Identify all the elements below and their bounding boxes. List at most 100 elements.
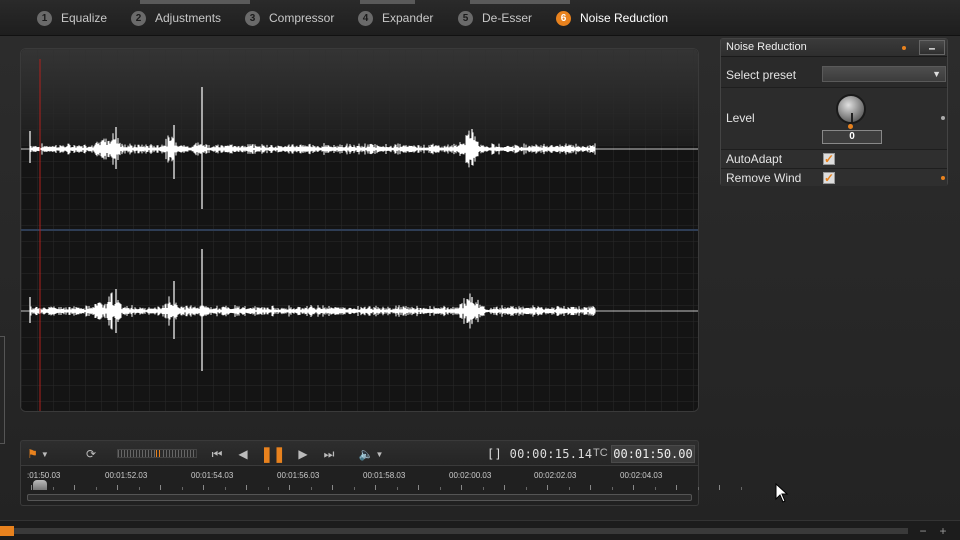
timeline-tick	[353, 487, 355, 490]
remove-wind-keyframe-dot	[941, 176, 945, 180]
timeline-tick	[504, 485, 505, 490]
checkmark-icon: ✓	[824, 152, 835, 166]
tab-compressor[interactable]: 3 Compressor	[245, 8, 334, 28]
tab-label: Equalize	[61, 11, 108, 25]
tab-expander[interactable]: 4 Expander	[358, 8, 433, 28]
timeline-tick	[439, 487, 441, 490]
autoadapt-checkbox[interactable]: ✓	[823, 153, 835, 165]
timecode-field[interactable]: 00:01:50.00	[611, 445, 695, 463]
skip-start-icon: ⏮	[211, 446, 223, 461]
tab-number: 1	[37, 10, 52, 26]
volume-icon: 🔈	[358, 447, 374, 461]
timeline-label: 00:01:52.03	[105, 471, 148, 480]
timeline-playhead[interactable]	[33, 480, 47, 490]
timeline-tick	[697, 487, 699, 490]
collapse-panel-button[interactable]: –	[919, 40, 945, 55]
marker-icon: ⚑	[27, 447, 38, 461]
mouse-cursor-icon	[775, 483, 789, 503]
noise-reduction-panel: Noise Reduction – Select preset ▼ Level …	[720, 38, 948, 186]
go-to-end-button[interactable]: ⏭	[321, 445, 337, 463]
remove-wind-checkbox[interactable]: ✓	[823, 172, 835, 184]
tab-label: De-Esser	[482, 11, 533, 25]
tab-adjustments[interactable]: 2 Adjustments	[131, 8, 221, 28]
level-value-field[interactable]: 0	[822, 130, 882, 144]
loop-button[interactable]: ⟳	[79, 445, 103, 463]
marker-button[interactable]: ⚑ ▼	[25, 445, 51, 463]
pause-icon: ❚❚	[260, 446, 286, 463]
level-row: Level 0	[721, 87, 947, 149]
go-to-start-button[interactable]: ⏮	[209, 445, 225, 463]
left-panel-edge	[0, 336, 5, 444]
preset-dropdown[interactable]: ▼	[822, 66, 946, 82]
timeline-tick	[267, 487, 269, 490]
timeline-tick	[676, 485, 677, 490]
timeline-scrollbar[interactable]	[27, 494, 692, 501]
timeline-tick	[52, 487, 54, 490]
tab-noise-reduction[interactable]: 6 Noise Reduction	[556, 8, 668, 28]
timeline-tick	[719, 485, 720, 490]
level-keyframe-dot	[941, 116, 945, 120]
frame-forward-icon: ▶	[298, 447, 308, 461]
zoom-out-button[interactable]: −	[914, 523, 932, 539]
timeline-tick	[95, 487, 97, 490]
bottom-scroll-track[interactable]	[14, 528, 908, 534]
timeline-tick	[375, 485, 376, 490]
minus-icon: –	[928, 40, 936, 55]
zoom-in-button[interactable]: +	[934, 523, 952, 539]
frame-forward-button[interactable]: ▶	[295, 445, 311, 463]
preset-row: Select preset ▼	[721, 61, 947, 87]
duration-prefix: []	[487, 447, 503, 461]
timeline-tick	[117, 485, 118, 490]
frame-back-button[interactable]: ◀‍	[235, 445, 251, 463]
timeline-tick	[289, 485, 290, 490]
timeline-tick	[654, 487, 656, 490]
tab-equalize[interactable]: 1 Equalize	[37, 8, 107, 28]
waveform-display[interactable]	[20, 48, 699, 412]
jog-shuttle-marker	[156, 450, 162, 457]
volume-button[interactable]: 🔈 ▼	[357, 445, 385, 463]
tab-label: Expander	[382, 11, 434, 25]
knob-position-dot	[848, 124, 853, 129]
pause-button[interactable]: ❚❚	[260, 445, 286, 463]
chevron-down-icon: ▼	[932, 69, 941, 79]
waveform-canvas	[21, 49, 698, 411]
skip-end-icon: ⏭	[323, 446, 335, 461]
tab-de-esser[interactable]: 5 De-Esser	[458, 8, 532, 28]
timeline-label: 00:02:00.03	[449, 471, 492, 480]
timeline-tick	[396, 487, 398, 490]
timeline-tick	[740, 487, 742, 490]
level-knob[interactable]	[836, 94, 866, 124]
tab-number: 5	[458, 10, 473, 26]
panel-header: Noise Reduction –	[721, 39, 947, 57]
remove-wind-row: Remove Wind ✓	[721, 168, 947, 186]
timeline-label: :01:50.03	[27, 471, 61, 480]
loop-icon: ⟳	[85, 447, 97, 461]
timeline-tick	[568, 487, 570, 490]
timeline-tick	[461, 485, 462, 490]
timeline-tick	[310, 487, 312, 490]
panel-title: Noise Reduction	[726, 41, 807, 53]
timeline-tick	[633, 485, 634, 490]
duration-readout: [] 00:00:15.14	[487, 447, 592, 461]
bottom-bar: − +	[0, 520, 960, 540]
autoadapt-row: AutoAdapt ✓	[721, 149, 947, 168]
checkmark-icon: ✓	[824, 171, 835, 185]
timeline-ruler[interactable]: :01:50.03 00:01:52.03 00:01:54.03 00:01:…	[20, 466, 742, 506]
tab-number: 3	[245, 10, 260, 26]
timeline-label: 00:02:02.03	[534, 471, 577, 480]
tab-highlight-strip	[360, 0, 415, 4]
autoadapt-label: AutoAdapt	[726, 152, 783, 166]
timeline-tick	[332, 485, 333, 490]
timeline-tick	[482, 487, 484, 490]
timeline-tick	[418, 485, 419, 490]
timeline-tick	[138, 487, 140, 490]
timeline-tick	[181, 487, 183, 490]
level-label: Level	[726, 111, 755, 125]
remove-wind-label: Remove Wind	[726, 171, 802, 185]
jog-shuttle[interactable]	[117, 449, 197, 458]
tab-highlight-strip	[140, 0, 250, 4]
timeline-tick	[547, 485, 548, 490]
tab-number: 2	[131, 10, 146, 26]
minus-icon: −	[919, 524, 927, 538]
tab-label: Adjustments	[155, 11, 222, 25]
